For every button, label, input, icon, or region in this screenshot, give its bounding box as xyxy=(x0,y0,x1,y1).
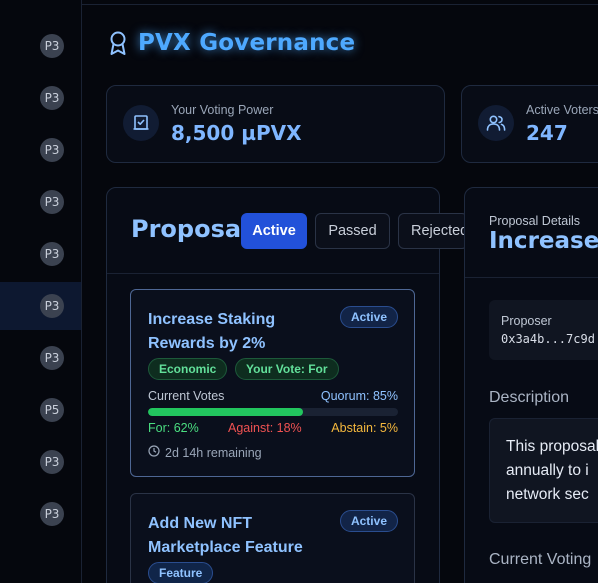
sidebar-item-active[interactable]: P3 xyxy=(0,282,81,330)
page-header: PVX Governance xyxy=(108,30,355,56)
priority-badge: P3 xyxy=(40,86,64,110)
users-icon xyxy=(478,105,514,141)
proposer-address: 0x3a4b...7c9d xyxy=(501,332,595,346)
stat-label: Your Voting Power xyxy=(171,103,274,117)
description-box: This proposal annually to i network sec xyxy=(489,418,598,523)
priority-badge: P3 xyxy=(40,190,64,214)
category-tag: Economic xyxy=(148,358,228,380)
current-votes-label: Current Votes xyxy=(148,389,225,403)
stat-value: 8,500 µPVX xyxy=(171,121,302,145)
header-divider xyxy=(82,4,598,5)
sidebar-item[interactable]: P3 xyxy=(0,335,81,381)
details-header: Proposal Details Increase Staking Reward… xyxy=(465,188,598,278)
voting-power-card: Your Voting Power 8,500 µPVX xyxy=(106,85,445,163)
proposal-card[interactable]: Add New NFT Marketplace Feature Active F… xyxy=(130,493,415,583)
proposal-card[interactable]: Increase Staking Rewards by 2% Active Ec… xyxy=(130,289,415,477)
vote-progress-fill xyxy=(148,408,303,416)
proposals-panel-header: Proposals Active Passed Rejected xyxy=(107,188,468,274)
priority-badge: P5 xyxy=(40,398,64,422)
stat-value: 247 xyxy=(526,121,568,145)
details-label: Proposal Details xyxy=(489,214,581,228)
proposal-title: Add New NFT Marketplace Feature xyxy=(148,515,303,556)
status-badge: Active xyxy=(339,306,398,328)
proposal-details-panel: Proposal Details Increase Staking Reward… xyxy=(464,187,598,583)
proposer-box: Proposer 0x3a4b...7c9d xyxy=(489,300,598,360)
description-text: This proposal annually to i network sec xyxy=(506,438,598,503)
sidebar-item[interactable]: P3 xyxy=(0,231,81,277)
sidebar-item[interactable]: P3 xyxy=(0,23,81,69)
tab-rejected[interactable]: Rejected xyxy=(398,213,468,249)
sidebar-item[interactable]: P3 xyxy=(0,491,81,537)
sidebar: P3 P3 P3 P3 P3 P3 P3 P5 P3 P3 xyxy=(0,0,82,583)
tab-active[interactable]: Active xyxy=(241,213,307,249)
quorum-label: Quorum: 85% xyxy=(320,389,398,403)
award-ribbon-icon xyxy=(108,30,128,56)
time-remaining: 2d 14h remaining xyxy=(148,445,262,460)
priority-badge: P3 xyxy=(40,34,64,58)
status-badge: Active xyxy=(339,510,398,532)
description-heading: Description xyxy=(489,389,570,406)
clock-icon xyxy=(148,445,160,460)
priority-badge: P3 xyxy=(40,138,64,162)
your-vote-tag: Your Vote: For xyxy=(235,358,339,380)
active-voters-card: Active Voters 247 xyxy=(461,85,598,163)
sidebar-item[interactable]: P5 xyxy=(0,387,81,433)
ballot-box-icon xyxy=(123,105,159,141)
priority-badge: P3 xyxy=(40,450,64,474)
sidebar-item[interactable]: P3 xyxy=(0,439,81,485)
proposal-title: Increase Staking Rewards by 2% xyxy=(148,311,276,352)
sidebar-item[interactable]: P3 xyxy=(0,179,81,225)
sidebar-item[interactable]: P3 xyxy=(0,75,81,121)
priority-badge: P3 xyxy=(40,346,64,370)
stat-label: Active Voters xyxy=(526,103,598,117)
priority-badge: P3 xyxy=(40,502,64,526)
current-voting-heading: Current Voting xyxy=(489,551,592,568)
votes-abstain: Abstain: 5% xyxy=(331,421,398,435)
time-remaining-text: 2d 14h remaining xyxy=(165,445,262,460)
priority-badge: P3 xyxy=(40,294,64,318)
tab-passed[interactable]: Passed xyxy=(315,213,390,249)
priority-badge: P3 xyxy=(40,242,64,266)
vote-progress-bar xyxy=(148,408,398,416)
page-title: PVX Governance xyxy=(138,30,356,56)
details-title: Increase Staking Rewards by 2% xyxy=(489,228,598,254)
category-tag: Feature xyxy=(148,562,214,583)
votes-against: Against: 18% xyxy=(228,421,302,435)
sidebar-item[interactable]: P3 xyxy=(0,127,81,173)
votes-for: For: 62% xyxy=(148,421,199,435)
proposer-label: Proposer xyxy=(501,314,552,328)
